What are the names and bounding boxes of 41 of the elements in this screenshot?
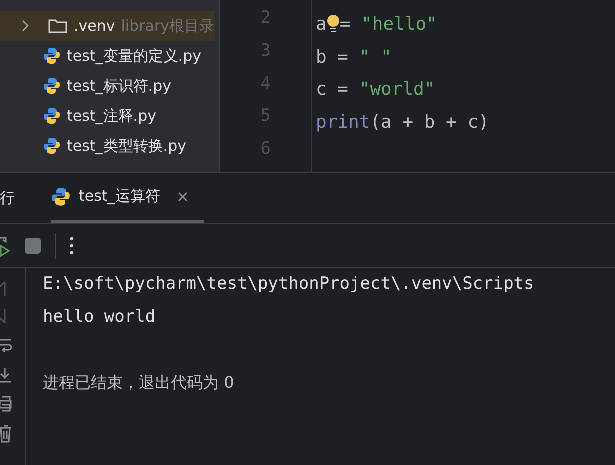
python-file-icon (43, 137, 61, 155)
code-token: c = (316, 79, 350, 100)
code-token: "world" (359, 79, 436, 100)
panel-title: 行 (0, 188, 15, 208)
code-token: print (316, 112, 370, 134)
file-name: .venv (74, 17, 116, 35)
tree-item[interactable]: test_注释.py (0, 101, 215, 131)
trash-icon[interactable] (0, 425, 12, 443)
code-token: a (316, 14, 327, 35)
folder-note: library根目录 (121, 16, 215, 36)
tree-item[interactable]: test_类型转换.py (0, 131, 215, 161)
code-token: " " (359, 46, 392, 68)
tree-item[interactable]: test_标识符.py (0, 71, 215, 101)
file-name: test_标识符.py (67, 76, 172, 96)
python-file-icon (43, 47, 61, 65)
soft-wrap-icon[interactable] (0, 338, 12, 354)
file-name: test_变量的定义.py (67, 46, 202, 66)
rerun-icon[interactable] (0, 234, 11, 256)
run-tab[interactable]: test_运算符 (51, 173, 204, 223)
python-file-icon (43, 107, 61, 125)
folder-icon (48, 18, 68, 34)
console-line: 进程已结束，退出代码为 0 (43, 373, 236, 394)
more-vertical-icon[interactable] (70, 236, 74, 254)
python-file-icon (43, 77, 61, 95)
code-token: b = (316, 46, 350, 68)
stop-icon[interactable] (25, 238, 41, 254)
tree-item[interactable]: .venv library根目录 (0, 11, 215, 41)
code-token: "hello" (362, 14, 438, 35)
printer-icon[interactable] (0, 396, 12, 412)
chevron-right-icon[interactable] (20, 20, 30, 32)
python-file-icon (51, 186, 71, 206)
close-icon[interactable] (178, 192, 188, 202)
console-line: hello world (43, 307, 157, 329)
console-line: E:\soft\pycharm\test\pythonProject\.venv\Scripts (43, 274, 534, 296)
code-token: = (340, 14, 352, 35)
file-name: test_注释.py (67, 106, 156, 126)
lightbulb-icon[interactable] (326, 14, 340, 34)
download-icon[interactable] (0, 367, 12, 383)
code-token: (a + b + c) (370, 112, 490, 134)
file-name: test_类型转换.py (67, 136, 186, 156)
tree-item[interactable]: test_变量的定义.py (0, 41, 215, 71)
